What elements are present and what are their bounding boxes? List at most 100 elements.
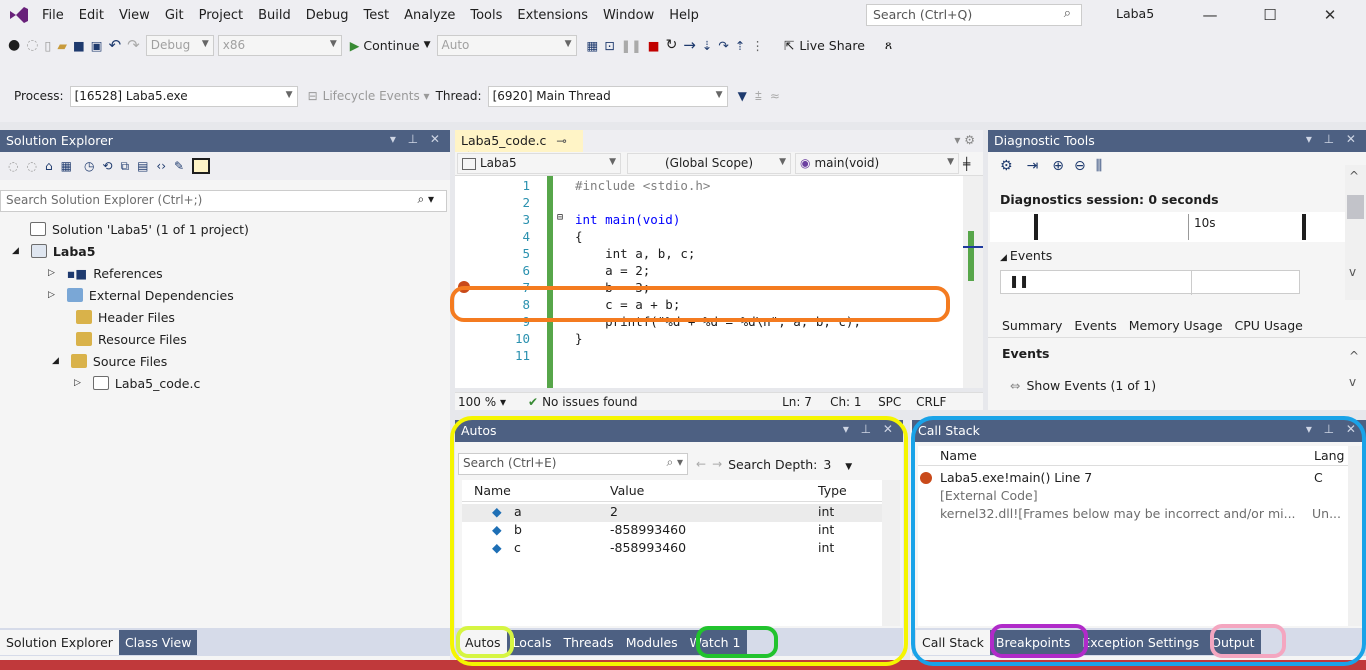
tab-modules[interactable]: Modules [619,629,684,655]
forward-icon[interactable]: ◌ [26,159,36,173]
events-section-header[interactable]: ◢ Events [1000,248,1052,263]
live-share-button[interactable]: ⇱ Live Share [784,38,865,53]
pin-icon[interactable]: ⊸ [556,133,566,148]
tree-header-files[interactable]: Header Files [76,306,175,328]
scroll-down-icon[interactable]: v [1349,375,1356,389]
variable-value[interactable]: -858993460 [610,522,686,537]
restart-icon[interactable]: ↻ [666,37,678,53]
search-depth-dropdown[interactable]: 3 ▼ [823,457,852,472]
scroll-up-icon[interactable]: ^ [1349,349,1359,363]
reset-view-icon[interactable]: ⫼ [1096,158,1102,174]
variable-value[interactable]: 2 [610,504,618,519]
continue-button[interactable]: ▶ Continue ▼ [350,38,431,53]
column-header-lang[interactable]: Lang [1314,448,1344,463]
step-into-icon[interactable]: ⇣ [702,38,712,53]
new-item-icon[interactable]: ▯ [44,38,51,53]
split-icon[interactable]: ╪ [963,157,970,171]
screenshot-icon[interactable]: ⊡ [604,38,614,53]
save-icon[interactable]: ■ [73,38,85,53]
panel-pin-close-icons[interactable]: ▾ ⊥ ✕ [1306,422,1360,436]
tree-project[interactable]: ◢ Laba5 [12,240,95,262]
column-header-name[interactable]: Name [474,483,511,498]
autos-search-input[interactable]: Search (Ctrl+E) ⌕ ▾ [458,453,688,475]
variable-value[interactable]: -858993460 [610,540,686,555]
diagnostics-icon[interactable]: ▦ [587,38,599,53]
feedback-icon[interactable]: ጸ [885,37,892,53]
step-over-icon[interactable]: ↷ [718,38,728,53]
autos-row[interactable]: ◆ a 2 int [462,504,882,522]
tab-threads[interactable]: Threads [557,629,620,655]
menu-git[interactable]: Git [165,8,184,23]
platform-dropdown[interactable]: x86 ▼ [217,34,342,56]
menu-edit[interactable]: Edit [79,8,104,23]
zoom-dropdown[interactable]: 100 % ▾ [458,395,528,409]
editor-tab-laba5-code[interactable]: Laba5_code.c ⊸ ✕ [455,130,583,163]
tab-locals[interactable]: Locals [506,629,558,655]
call-stack-row[interactable]: [External Code] [918,488,1348,506]
forward-icon[interactable]: ◌ [26,37,38,53]
menu-project[interactable]: Project [199,8,243,23]
zoom-out-icon[interactable]: ⊖ [1074,158,1086,174]
menu-tools[interactable]: Tools [470,8,502,23]
events-timeline[interactable]: ❚❚ [1000,270,1300,295]
scope-nav-dropdown[interactable]: (Global Scope) ▼ [627,153,791,174]
collapse-all-icon[interactable]: ⧉ [120,159,129,174]
lifecycle-events-dropdown[interactable]: Lifecycle Events ▾ [323,89,430,103]
code-editor[interactable]: 1 #include <stdio.h> 2 3 ⊟ int main(void) 4… [455,176,983,388]
tab-breakpoints[interactable]: Breakpoints [989,629,1077,655]
configuration-dropdown[interactable]: Debug ▼ [145,34,214,56]
tab-events[interactable]: Events [1068,318,1122,333]
panel-pin-close-icons[interactable]: ▾ ⊥ ✕ [843,422,897,436]
switch-views-icon[interactable]: ▦ [61,159,72,173]
tree-source-files[interactable]: ◢ Source Files [52,350,167,372]
tab-exception-settings[interactable]: Exception Settings [1076,629,1206,655]
auto-target-dropdown[interactable]: Auto ▼ [436,34,577,56]
tab-output[interactable]: Output [1205,629,1261,655]
menu-view[interactable]: View [119,8,150,23]
maximize-icon[interactable]: ☐ [1240,6,1300,24]
code-view-icon[interactable]: ‹› [156,159,166,173]
menu-window[interactable]: Window [603,8,654,23]
line-ending-indicator[interactable]: CRLF [916,395,946,409]
call-stack-scrollbar[interactable] [1348,446,1366,626]
search-back-icon[interactable]: ← [696,457,706,471]
whitespace-indicator[interactable]: SPC [878,395,916,409]
tree-external-dependencies[interactable]: ▷ External Dependencies [48,284,234,306]
menu-file[interactable]: File [42,8,64,23]
search-forward-icon[interactable]: → [712,457,722,471]
settings-gear-icon[interactable]: ⚙ [1000,158,1013,174]
editor-settings-icon[interactable]: ▾ ⚙ [954,133,975,147]
stack-frame-icon[interactable]: ≈ [770,89,780,103]
thread-dropdown[interactable]: [6920] Main Thread ▼ [487,85,728,107]
panel-pin-close-icons[interactable]: ▾ ⊥ ✕ [390,132,444,146]
open-folder-icon[interactable]: ▰ [57,38,67,53]
issues-status[interactable]: No issues found [542,395,782,409]
show-next-statement-icon[interactable]: → [683,36,696,54]
tab-memory-usage[interactable]: Memory Usage [1123,318,1229,333]
call-stack-row[interactable]: kernel32.dll![Frames below may be incorr… [918,506,1348,524]
tree-references[interactable]: ▷ ▪■ References [48,262,163,284]
step-out-icon[interactable]: ⇡ [735,38,745,53]
tab-solution-explorer[interactable]: Solution Explorer [0,629,119,655]
minimize-icon[interactable]: — [1180,6,1240,24]
solution-explorer-search-input[interactable]: Search Solution Explorer (Ctrl+;) ⌕ ▾ [0,190,447,212]
tab-summary[interactable]: Summary [988,318,1068,333]
diagnostic-scrollbar[interactable]: ^ v [1345,165,1366,300]
sync-icon[interactable]: ⟲ [102,159,112,173]
tree-laba5-code-file[interactable]: ▷ Laba5_code.c [74,372,200,394]
pause-icon[interactable]: ❚❚ [621,38,642,53]
toolbar-overflow-icon[interactable]: ⋮ [751,38,764,53]
function-nav-dropdown[interactable]: ◉ main(void) ▼ [795,153,959,174]
filter-icon[interactable]: ▼ [738,89,747,103]
editor-vertical-scrollbar[interactable] [963,176,983,388]
panel-pin-close-icons[interactable]: ▾ ⊥ ✕ [1306,132,1360,146]
column-header-value[interactable]: Value [610,483,644,498]
home-icon[interactable]: ⌂ [45,159,53,173]
close-icon[interactable]: ✕ [1300,6,1360,24]
show-all-files-icon[interactable]: ▤ [137,159,148,173]
tree-solution[interactable]: Solution 'Laba5' (1 of 1 project) [30,218,249,240]
tab-watch-1[interactable]: Watch 1 [683,629,747,655]
undo-icon[interactable]: ↶ [109,36,122,54]
menu-build[interactable]: Build [258,8,291,23]
properties-icon[interactable]: ✎ [174,159,184,173]
